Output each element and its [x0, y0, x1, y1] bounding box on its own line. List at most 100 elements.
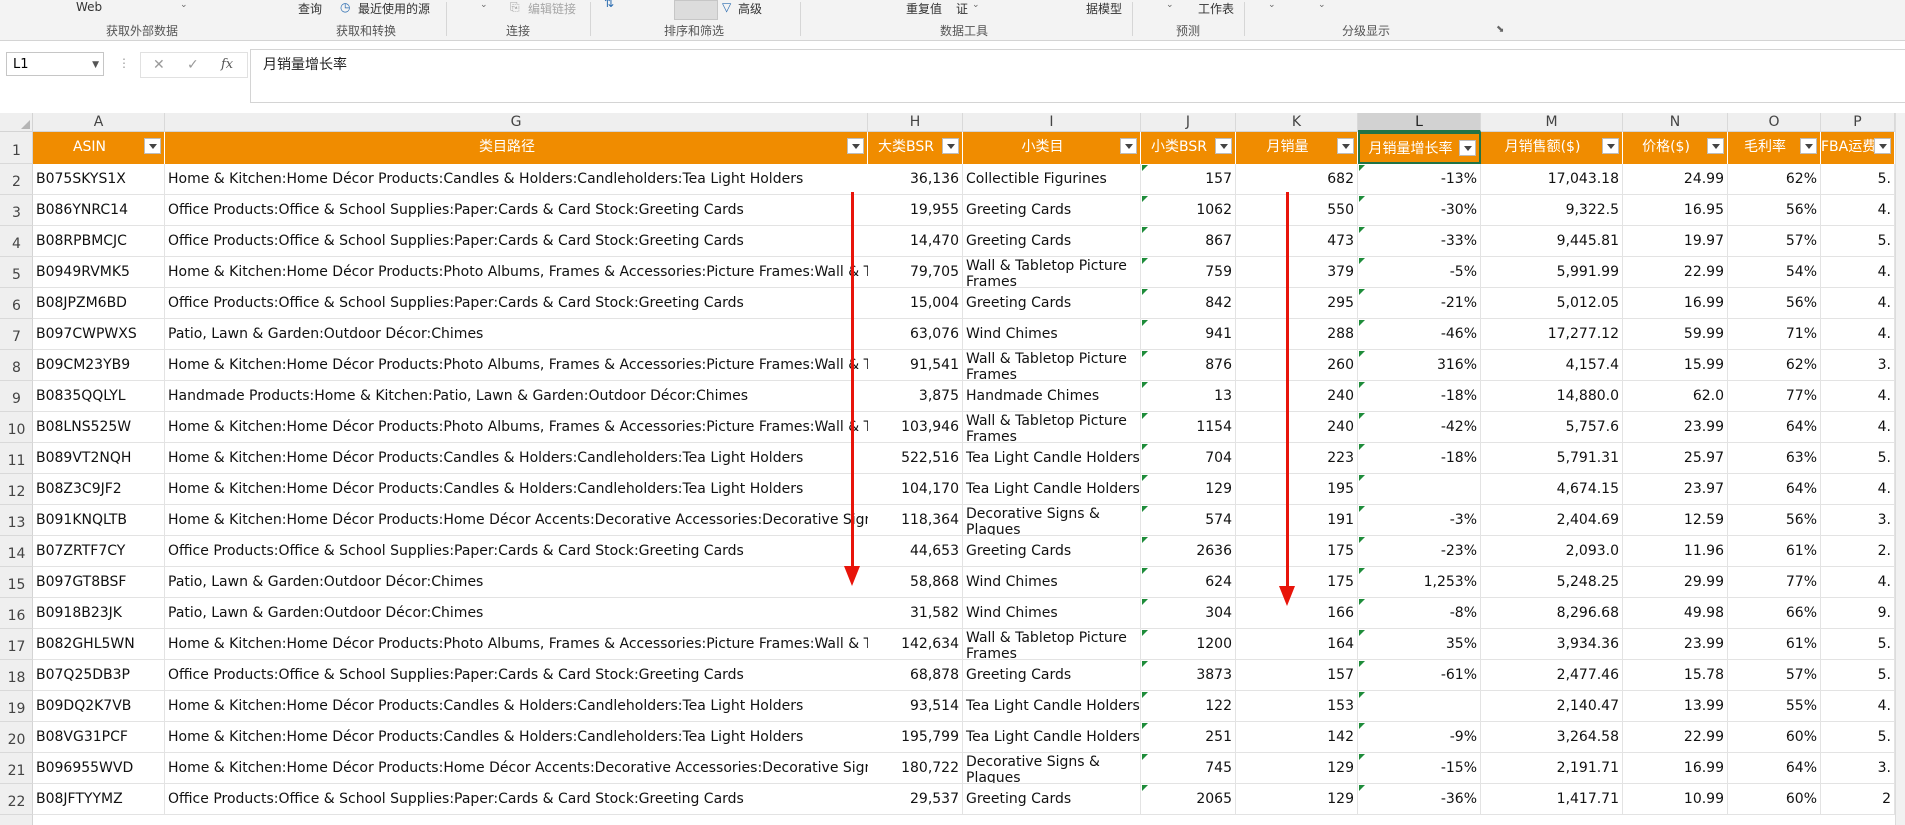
table-cell-a[interactable]: B086YNRC14	[33, 195, 165, 226]
table-cell-l[interactable]: -3%	[1358, 505, 1481, 536]
table-cell-h[interactable]: 91,541	[868, 350, 963, 381]
table-cell-p[interactable]: 5.	[1821, 722, 1895, 753]
ribbon-query-button[interactable]: 查询	[298, 0, 322, 17]
table-cell-p[interactable]: 4.	[1821, 288, 1895, 319]
table-cell-g[interactable]: Home & Kitchen:Home Décor Products:Candl…	[165, 691, 868, 722]
table-cell-l[interactable]: -42%	[1358, 412, 1481, 443]
table-cell-o[interactable]: 57%	[1728, 226, 1821, 257]
table-cell-j[interactable]: 745	[1141, 753, 1236, 784]
table-cell-o[interactable]: 64%	[1728, 474, 1821, 505]
table-cell-i[interactable]: Greeting Cards	[963, 226, 1141, 257]
table-cell-h[interactable]: 79,705	[868, 257, 963, 288]
table-cell-p[interactable]: 3.	[1821, 505, 1895, 536]
row-header[interactable]: 21	[0, 753, 33, 784]
table-cell-p[interactable]: 5.	[1821, 226, 1895, 257]
table-cell-a[interactable]: B08VG31PCF	[33, 722, 165, 753]
table-cell-h[interactable]: 195,799	[868, 722, 963, 753]
table-cell-j[interactable]: 1154	[1141, 412, 1236, 443]
header-cell-k[interactable]: 月销量	[1236, 132, 1358, 164]
column-header-j[interactable]: J	[1141, 113, 1236, 132]
table-cell-g[interactable]: Home & Kitchen:Home Décor Products:Candl…	[165, 443, 868, 474]
table-cell-p[interactable]: 5.	[1821, 164, 1895, 195]
column-header-p[interactable]: P	[1821, 113, 1895, 132]
table-cell-l[interactable]: 1,253%	[1358, 567, 1481, 598]
table-cell-k[interactable]: 175	[1236, 536, 1358, 567]
table-cell-p[interactable]: 4.	[1821, 412, 1895, 443]
table-cell-l[interactable]: -46%	[1358, 319, 1481, 350]
table-cell-p[interactable]: 2	[1821, 784, 1895, 815]
filter-dropdown-icon[interactable]	[942, 138, 959, 154]
table-cell-n[interactable]: 59.99	[1623, 319, 1728, 350]
table-cell-g[interactable]: Office Products:Office & School Supplies…	[165, 195, 868, 226]
chevron-down-icon[interactable]: ▼	[92, 53, 99, 77]
table-cell-k[interactable]: 195	[1236, 474, 1358, 505]
header-cell-g[interactable]: 类目路径	[165, 132, 868, 164]
table-cell-p[interactable]: 5.	[1821, 660, 1895, 691]
table-cell-i[interactable]: Decorative Signs & Plaques	[963, 753, 1141, 784]
table-cell-m[interactable]: 2,477.46	[1481, 660, 1623, 691]
table-cell-l[interactable]: -23%	[1358, 536, 1481, 567]
row-header[interactable]: 22	[0, 784, 33, 815]
table-cell-m[interactable]: 9,445.81	[1481, 226, 1623, 257]
table-cell-k[interactable]: 129	[1236, 784, 1358, 815]
table-cell-k[interactable]: 240	[1236, 412, 1358, 443]
row-header[interactable]: 5	[0, 257, 33, 288]
table-cell-m[interactable]: 2,140.47	[1481, 691, 1623, 722]
header-cell-j[interactable]: 小类BSR	[1141, 132, 1236, 164]
column-header-h[interactable]: H	[868, 113, 963, 132]
header-cell-i[interactable]: 小类目	[963, 132, 1141, 164]
table-cell-j[interactable]: 842	[1141, 288, 1236, 319]
table-cell-p[interactable]: 4.	[1821, 195, 1895, 226]
table-cell-l[interactable]: -5%	[1358, 257, 1481, 288]
table-cell-l[interactable]: 316%	[1358, 350, 1481, 381]
table-cell-n[interactable]: 15.99	[1623, 350, 1728, 381]
table-cell-a[interactable]: B08LNS525W	[33, 412, 165, 443]
table-cell-j[interactable]: 1062	[1141, 195, 1236, 226]
table-cell-a[interactable]: B08RPBMCJC	[33, 226, 165, 257]
column-header-o[interactable]: O	[1728, 113, 1821, 132]
table-cell-i[interactable]: Tea Light Candle Holders	[963, 691, 1141, 722]
table-cell-o[interactable]: 71%	[1728, 319, 1821, 350]
table-cell-k[interactable]: 191	[1236, 505, 1358, 536]
table-cell-i[interactable]: Collectible Figurines	[963, 164, 1141, 195]
table-cell-j[interactable]: 759	[1141, 257, 1236, 288]
table-cell-p[interactable]: 2.	[1821, 536, 1895, 567]
table-cell-n[interactable]: 16.95	[1623, 195, 1728, 226]
table-cell-p[interactable]: 4.	[1821, 567, 1895, 598]
table-cell-a[interactable]: B07ZRTF7CY	[33, 536, 165, 567]
table-cell-k[interactable]: 166	[1236, 598, 1358, 629]
header-cell-l[interactable]: 月销量增长率	[1358, 132, 1481, 164]
filter-dropdown-icon[interactable]	[847, 138, 864, 154]
header-cell-a[interactable]: ASIN	[33, 132, 165, 164]
table-cell-g[interactable]: Office Products:Office & School Supplies…	[165, 784, 868, 815]
table-cell-m[interactable]: 9,322.5	[1481, 195, 1623, 226]
table-cell-a[interactable]: B0949RVMK5	[33, 257, 165, 288]
filter-dropdown-icon[interactable]	[1707, 138, 1724, 154]
table-cell-p[interactable]: 4.	[1821, 474, 1895, 505]
row-header[interactable]: 14	[0, 536, 33, 567]
chevron-down-icon[interactable]: ⌄	[1318, 0, 1326, 10]
table-cell-g[interactable]: Office Products:Office & School Supplies…	[165, 288, 868, 319]
table-cell-n[interactable]: 22.99	[1623, 722, 1728, 753]
table-cell-m[interactable]: 1,417.71	[1481, 784, 1623, 815]
table-cell-l[interactable]	[1358, 691, 1481, 722]
table-cell-h[interactable]: 180,722	[868, 753, 963, 784]
filter-dropdown-icon[interactable]	[1120, 138, 1137, 154]
table-cell-m[interactable]: 3,264.58	[1481, 722, 1623, 753]
table-cell-j[interactable]: 304	[1141, 598, 1236, 629]
table-cell-i[interactable]: Tea Light Candle Holders	[963, 474, 1141, 505]
table-cell-g[interactable]: Patio, Lawn & Garden:Outdoor Décor:Chime…	[165, 567, 868, 598]
table-cell-p[interactable]: 4.	[1821, 381, 1895, 412]
dialog-launcher-icon[interactable]: ⬊	[1496, 24, 1504, 35]
table-cell-a[interactable]: B082GHL5WN	[33, 629, 165, 660]
table-cell-k[interactable]: 682	[1236, 164, 1358, 195]
table-cell-k[interactable]: 260	[1236, 350, 1358, 381]
table-cell-m[interactable]: 17,043.18	[1481, 164, 1623, 195]
table-cell-g[interactable]: Office Products:Office & School Supplies…	[165, 226, 868, 257]
table-cell-j[interactable]: 2636	[1141, 536, 1236, 567]
table-cell-k[interactable]: 164	[1236, 629, 1358, 660]
table-cell-a[interactable]: B091KNQLTB	[33, 505, 165, 536]
table-cell-i[interactable]: Decorative Signs & Plaques	[963, 505, 1141, 536]
filter-button[interactable]	[674, 0, 718, 20]
table-cell-l[interactable]: -33%	[1358, 226, 1481, 257]
